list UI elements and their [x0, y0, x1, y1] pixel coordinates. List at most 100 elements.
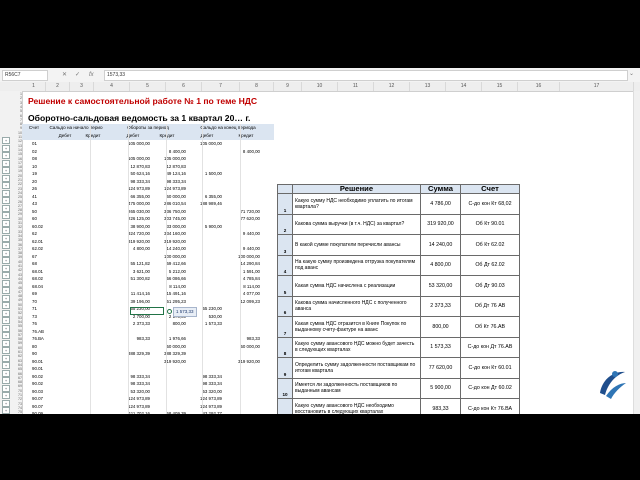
value-cell[interactable]: 56 086,66 [152, 275, 186, 283]
account-cell[interactable]: 62 [32, 230, 37, 238]
account-cell[interactable]: 90.02 [32, 380, 43, 388]
outline-expand-button[interactable]: + [2, 294, 10, 302]
value-cell[interactable]: 100 000,00 [226, 253, 260, 261]
value-cell[interactable]: 98 333,34 [188, 373, 222, 381]
account-cell[interactable]: Об Дт 62.02 [460, 254, 520, 276]
value-cell[interactable]: 105 000,00 [116, 155, 150, 163]
value-cell[interactable]: 124 973,89 [188, 395, 222, 403]
account-cell[interactable]: 90 [32, 350, 37, 358]
vertical-scrollbar[interactable] [633, 91, 640, 414]
value-cell[interactable]: 43 292,77 [188, 410, 222, 414]
column-header[interactable]: 5 [130, 82, 166, 91]
cell-options-icon[interactable] [167, 309, 172, 314]
column-header[interactable]: 7 [202, 82, 240, 91]
outline-expand-button[interactable]: + [2, 249, 10, 257]
question-cell[interactable]: Какова сумма начисленного НДС с полученн… [292, 295, 421, 317]
account-cell[interactable]: 76 [32, 320, 37, 328]
question-cell[interactable]: Какую сумму НДС необходимо уплатить по и… [292, 193, 421, 215]
value-cell[interactable]: 226 125,00 [116, 215, 150, 223]
outline-expand-button[interactable]: + [2, 339, 10, 347]
sum-cell[interactable]: 983,33 [420, 398, 461, 414]
question-cell[interactable]: Какая сумма НДС отразится в Книге Покупо… [292, 316, 421, 338]
row-index-cell[interactable]: 4 [277, 254, 293, 276]
row-index-cell[interactable]: 8 [277, 336, 293, 358]
outline-expand-button[interactable]: + [2, 159, 10, 167]
row-index-cell[interactable]: 7 [277, 316, 293, 338]
column-header[interactable]: 6 [166, 82, 202, 91]
value-cell[interactable]: 319 920,00 [116, 238, 150, 246]
value-cell[interactable]: 319 920,00 [152, 358, 186, 366]
sum-cell[interactable]: 14 240,00 [420, 234, 461, 256]
account-cell[interactable]: 60 [32, 215, 37, 223]
value-cell[interactable]: 3 621,00 [116, 268, 150, 276]
account-cell[interactable]: 76.ВА [32, 335, 44, 343]
value-cell[interactable]: 60 000,00 [152, 193, 186, 201]
value-cell[interactable]: 77 620,00 [226, 215, 260, 223]
account-cell[interactable]: Об Кт 76.АВ [460, 316, 520, 338]
value-cell[interactable]: 319 920,00 [226, 358, 260, 366]
outline-expand-button[interactable]: + [2, 167, 10, 174]
value-cell[interactable]: 14 240,00 [152, 245, 186, 253]
outline-expand-button[interactable]: + [2, 152, 10, 159]
outline-expand-button[interactable]: + [2, 399, 10, 407]
column-header[interactable]: 9 [274, 82, 302, 91]
column-header[interactable]: 13 [410, 82, 446, 91]
account-cell[interactable]: 68.01 [32, 268, 43, 276]
account-cell[interactable]: 50 [32, 208, 37, 216]
column-header[interactable]: 16 [518, 82, 560, 91]
row-index-cell[interactable]: 10 [277, 377, 293, 399]
row-number[interactable]: 75 [12, 410, 22, 414]
account-cell[interactable]: 90.07 [32, 395, 43, 403]
outline-expand-button[interactable]: + [2, 144, 10, 152]
account-cell[interactable]: 62.02 [32, 245, 43, 253]
sum-cell[interactable]: 2 373,33 [420, 295, 461, 317]
column-header[interactable]: 8 [240, 82, 274, 91]
outline-expand-button[interactable]: + [2, 309, 10, 317]
outline-expand-button[interactable]: + [2, 227, 10, 234]
value-cell[interactable]: 12 870,83 [152, 163, 186, 171]
account-cell[interactable]: 41 [32, 193, 37, 201]
account-cell[interactable]: 69 [32, 290, 37, 298]
value-cell[interactable]: 388 329,39 [152, 350, 186, 358]
value-cell[interactable]: 51 295,23 [152, 298, 186, 306]
account-cell[interactable]: 80 [32, 343, 37, 351]
outline-expand-button[interactable]: + [2, 347, 10, 354]
column-header[interactable]: 1 [22, 82, 46, 91]
account-cell[interactable]: 62.01 [32, 238, 43, 246]
sum-cell[interactable]: 800,00 [420, 316, 461, 338]
row-index-cell[interactable]: 11 [277, 398, 293, 414]
expand-formula-icon[interactable]: ⌄ [629, 70, 634, 77]
value-cell[interactable]: 388 329,39 [116, 350, 150, 358]
column-header[interactable]: 10 [302, 82, 338, 91]
outline-expand-button[interactable]: + [2, 197, 10, 204]
value-cell[interactable]: 8 400,00 [226, 148, 260, 156]
value-cell[interactable]: 188 989,46 [188, 200, 222, 208]
question-cell[interactable]: На какую сумму произведена отгрузка поку… [292, 254, 421, 276]
value-cell[interactable]: 334 160,00 [152, 230, 186, 238]
account-cell[interactable]: 68.02 [32, 275, 43, 283]
outline-expand-button[interactable]: + [2, 174, 10, 182]
sum-cell[interactable]: 4 786,00 [420, 193, 461, 215]
account-cell[interactable]: Об Кт 90.01 [460, 213, 520, 235]
column-header[interactable]: 15 [482, 82, 518, 91]
sum-cell[interactable]: 5 900,00 [420, 377, 461, 399]
value-cell[interactable]: 55 121,82 [116, 260, 150, 268]
row-index-cell[interactable]: 5 [277, 275, 293, 297]
account-cell[interactable]: 76.АВ [32, 328, 44, 336]
name-box[interactable]: R56C7 [2, 70, 48, 81]
account-cell[interactable]: С-до кон Дт 60.02 [460, 377, 520, 399]
value-cell[interactable]: 2 373,33 [116, 320, 150, 328]
sum-cell[interactable]: 319 920,00 [420, 213, 461, 235]
account-cell[interactable]: 68.04 [32, 283, 43, 291]
value-cell[interactable]: 98 333,34 [152, 178, 186, 186]
value-cell[interactable]: 105 000,00 [152, 155, 186, 163]
account-cell[interactable]: 10 [32, 163, 37, 171]
value-cell[interactable]: 11 414,16 [116, 290, 150, 298]
account-cell[interactable]: 19 [32, 170, 37, 178]
value-cell[interactable]: 4 785,84 [226, 275, 260, 283]
formula-input[interactable]: 1573,33 [104, 70, 628, 81]
outline-expand-button[interactable]: + [2, 317, 10, 324]
column-header[interactable]: 3 [70, 82, 94, 91]
account-cell[interactable]: 67 [32, 253, 37, 261]
outline-expand-button[interactable]: + [2, 377, 10, 384]
